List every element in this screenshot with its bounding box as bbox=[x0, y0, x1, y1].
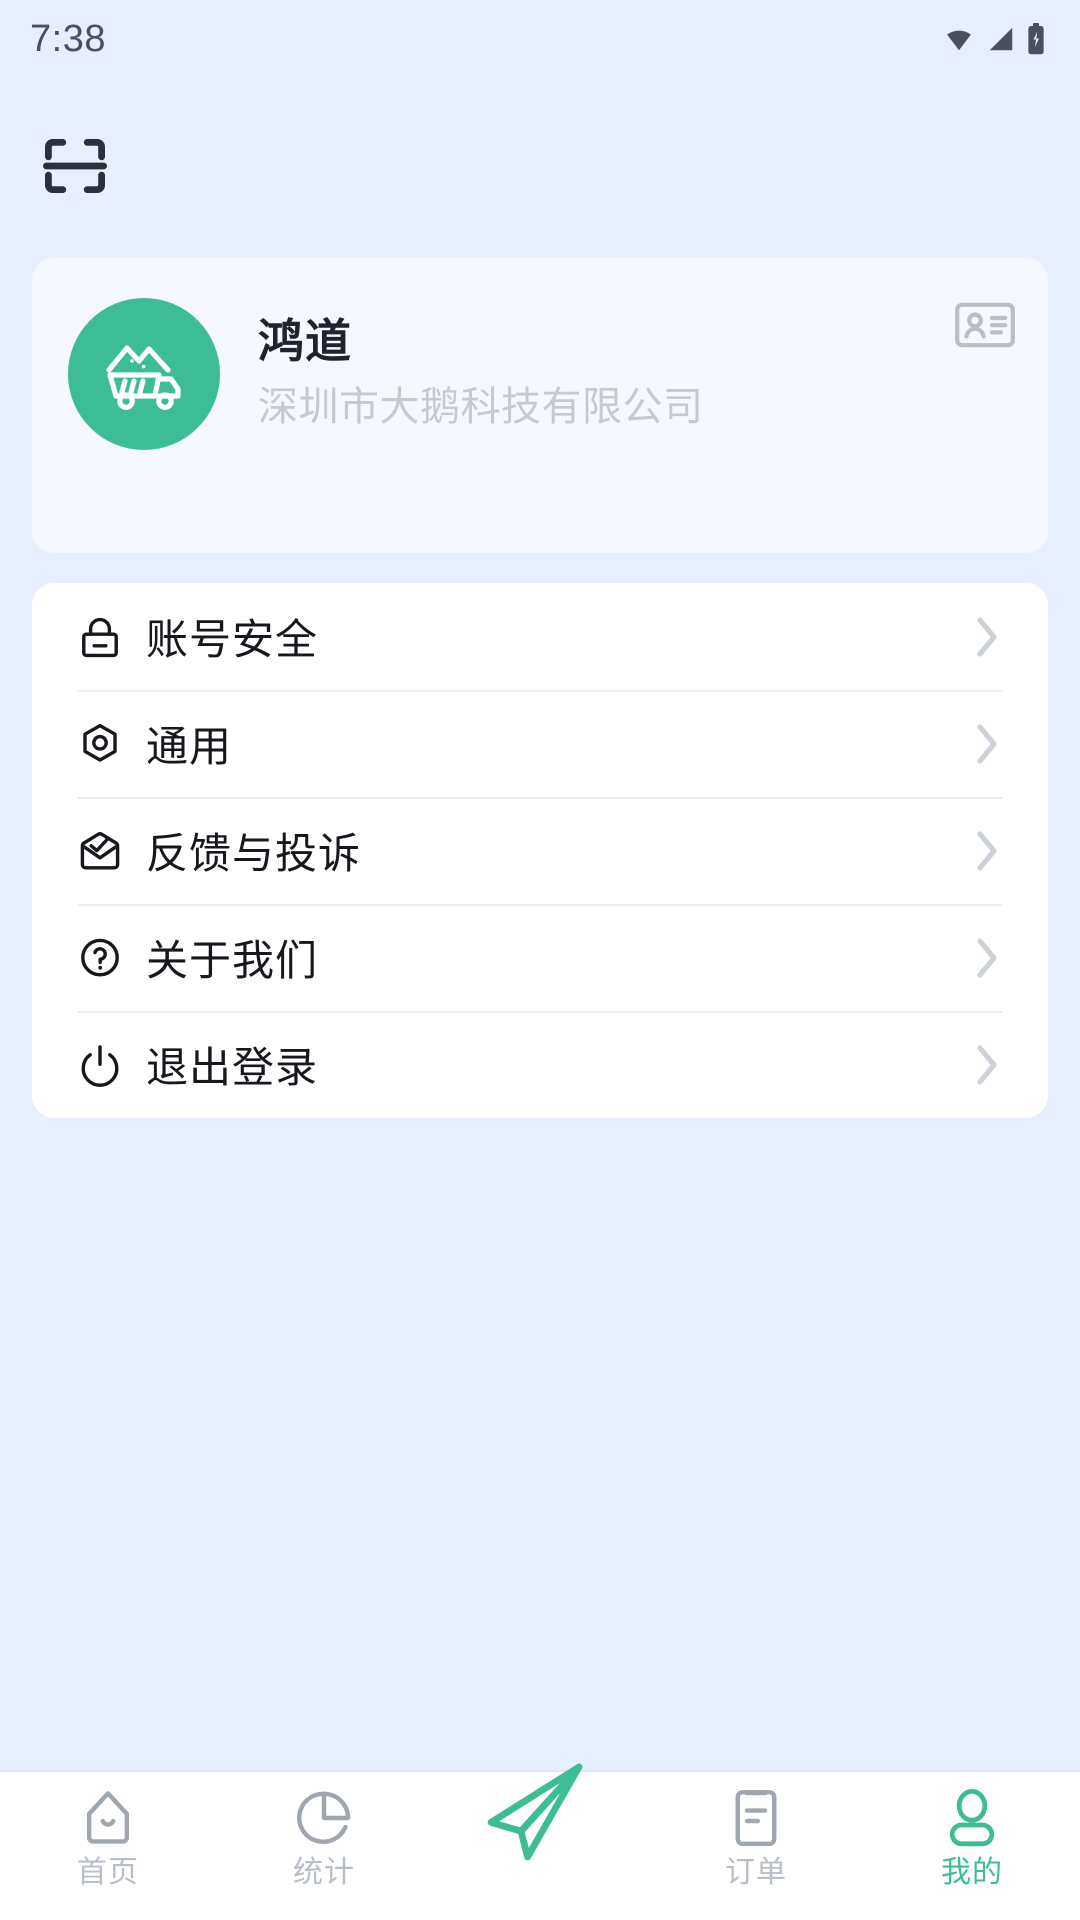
avatar[interactable] bbox=[68, 298, 220, 450]
profile-card[interactable]: 鸿道 深圳市大鹅科技有限公司 bbox=[32, 258, 1048, 553]
profile-top-row: 鸿道 深圳市大鹅科技有限公司 bbox=[68, 298, 1012, 450]
home-icon bbox=[76, 1786, 140, 1850]
id-card-button[interactable] bbox=[954, 300, 1016, 350]
status-time: 7:38 bbox=[30, 18, 106, 60]
chevron-right-icon bbox=[972, 614, 1002, 660]
id-card-icon bbox=[954, 300, 1016, 350]
menu-item-logout[interactable]: 退出登录 bbox=[32, 1011, 1048, 1118]
paper-plane-icon bbox=[482, 1763, 598, 1861]
menu-item-general[interactable]: 通用 bbox=[32, 690, 1048, 797]
nav-tab-label: 统计 bbox=[293, 1856, 355, 1889]
menu-item-label: 关于我们 bbox=[146, 937, 319, 984]
status-icons bbox=[942, 23, 1046, 55]
app-screen: 7:38 鸿道 深圳市大鹅科技有限公司 账号安全 通用 反馈与投诉 关于我们 退… bbox=[0, 0, 1080, 1920]
chevron-right-icon bbox=[972, 828, 1002, 874]
nav-tab-profile[interactable]: 我的 bbox=[864, 1786, 1080, 1888]
nav-tab-statistics[interactable]: 统计 bbox=[216, 1786, 432, 1888]
profile-company: 深圳市大鹅科技有限公司 bbox=[258, 384, 704, 429]
scan-button[interactable] bbox=[42, 138, 108, 198]
person-icon bbox=[943, 1786, 1001, 1850]
wifi-icon bbox=[942, 24, 976, 54]
signal-icon bbox=[986, 24, 1016, 54]
nav-tab-home[interactable]: 首页 bbox=[0, 1786, 216, 1888]
menu-item-label: 通用 bbox=[146, 723, 233, 770]
pie-chart-icon bbox=[293, 1786, 355, 1850]
envelope-check-icon bbox=[78, 829, 122, 873]
header-bar bbox=[0, 78, 1080, 258]
chevron-right-icon bbox=[972, 1042, 1002, 1088]
order-document-icon bbox=[729, 1786, 783, 1850]
menu-item-about-us[interactable]: 关于我们 bbox=[32, 904, 1048, 1011]
bottom-navigation: 首页 统计 订单 我的 bbox=[0, 1763, 1080, 1920]
battery-charging-icon bbox=[1026, 23, 1046, 55]
nav-tab-send[interactable] bbox=[432, 1763, 648, 1861]
question-circle-icon bbox=[78, 936, 122, 980]
chevron-right-icon bbox=[972, 721, 1002, 767]
profile-text: 鸿道 深圳市大鹅科技有限公司 bbox=[258, 313, 704, 435]
status-bar: 7:38 bbox=[0, 0, 1080, 78]
menu-item-label: 账号安全 bbox=[146, 616, 319, 663]
dump-truck-icon bbox=[98, 334, 190, 414]
settings-menu-card: 账号安全 通用 反馈与投诉 关于我们 退出登录 bbox=[32, 583, 1048, 1118]
nav-tab-label: 我的 bbox=[941, 1856, 1003, 1889]
lock-icon bbox=[78, 615, 122, 659]
power-icon bbox=[78, 1043, 122, 1087]
menu-item-label: 反馈与投诉 bbox=[146, 830, 362, 877]
hexagon-gear-icon bbox=[78, 722, 122, 766]
menu-item-feedback-complaint[interactable]: 反馈与投诉 bbox=[32, 797, 1048, 904]
nav-tab-orders[interactable]: 订单 bbox=[648, 1786, 864, 1888]
chevron-right-icon bbox=[972, 935, 1002, 981]
menu-item-account-security[interactable]: 账号安全 bbox=[32, 583, 1048, 690]
menu-item-label: 退出登录 bbox=[146, 1044, 319, 1091]
scan-icon bbox=[42, 136, 108, 201]
profile-name: 鸿道 bbox=[258, 315, 352, 368]
nav-tab-label: 订单 bbox=[725, 1856, 787, 1889]
nav-tab-label: 首页 bbox=[77, 1856, 139, 1889]
